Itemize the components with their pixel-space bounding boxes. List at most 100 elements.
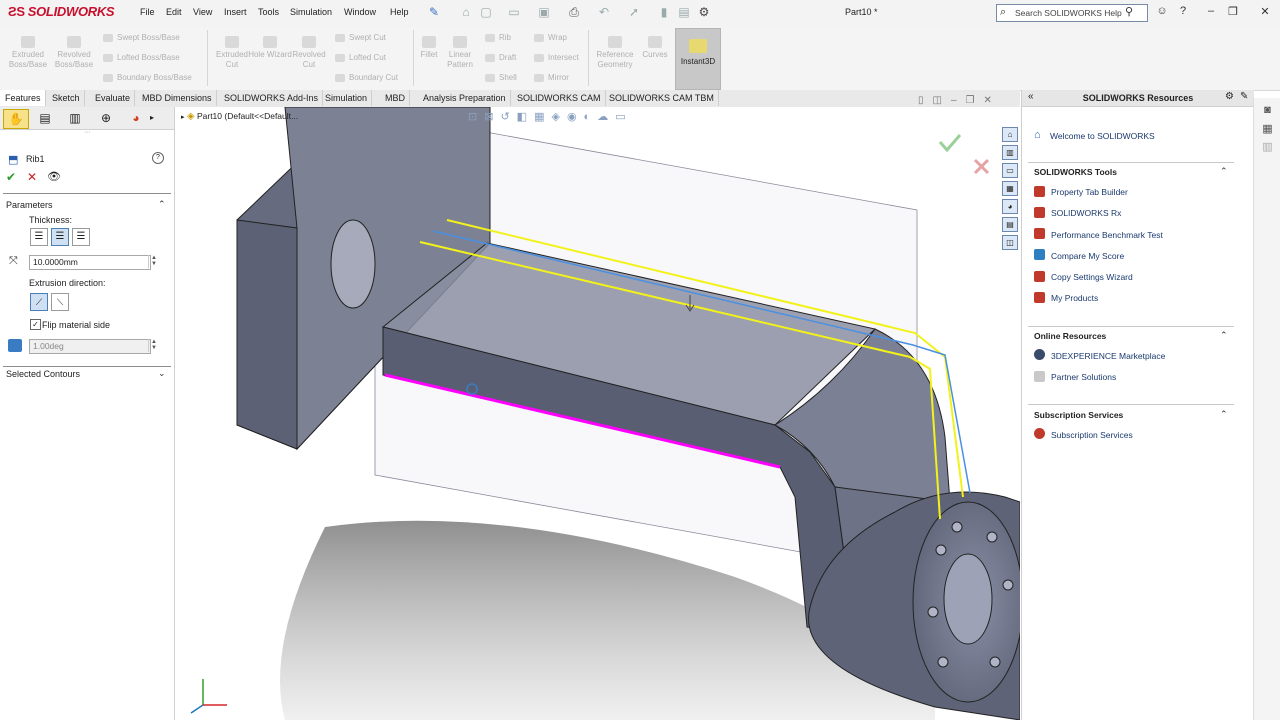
zoom-to-fit-icon[interactable]: ⊡ bbox=[468, 111, 484, 123]
viewport-split-icon[interactable]: ▯ bbox=[918, 95, 933, 106]
ok-icon[interactable]: ✔ bbox=[6, 170, 16, 184]
print-icon[interactable]: ⎙ bbox=[566, 5, 582, 19]
thickness-both-sides-button[interactable]: ☰ bbox=[51, 228, 69, 246]
save-icon[interactable]: ▣ bbox=[536, 5, 552, 19]
swept-boss-button[interactable]: Swept Boss/Base bbox=[103, 33, 180, 42]
view-settings-icon[interactable]: ▭ bbox=[615, 111, 632, 123]
viewport-minimize-icon[interactable]: – bbox=[951, 95, 966, 106]
subscription-link[interactable]: Subscription Services bbox=[1051, 430, 1133, 440]
viewport-tile-icon[interactable]: ◫ bbox=[933, 95, 951, 106]
viewport-close-icon[interactable]: ✕ bbox=[984, 95, 1001, 106]
boundary-cut-button[interactable]: Boundary Cut bbox=[335, 73, 398, 82]
feature-manager-tab-icon[interactable]: ✋ bbox=[3, 109, 29, 129]
menu-file[interactable]: File bbox=[140, 7, 155, 17]
tool-link[interactable]: Performance Benchmark Test bbox=[1051, 230, 1163, 240]
draft-button[interactable]: Draft bbox=[485, 53, 516, 62]
thickness-stepper[interactable]: ▲ ▼ bbox=[148, 255, 159, 268]
online-link[interactable]: Partner Solutions bbox=[1051, 372, 1116, 382]
menu-edit[interactable]: Edit bbox=[166, 7, 182, 17]
extruded-boss-button[interactable]: Extruded Boss/Base bbox=[6, 36, 50, 70]
hole-wizard-button[interactable]: Hole Wizard bbox=[248, 36, 292, 60]
user-icon[interactable]: ☺ bbox=[1155, 5, 1169, 17]
view-palette-icon[interactable]: ▦ bbox=[1261, 122, 1275, 135]
hide-show-icon[interactable]: ◉ bbox=[567, 111, 584, 123]
menu-view[interactable]: View bbox=[193, 7, 212, 17]
search-box[interactable]: ⌕ Search SOLIDWORKS Help ⚲ bbox=[996, 4, 1148, 22]
display-style-icon[interactable]: ◈ bbox=[551, 111, 566, 123]
pushpin-icon[interactable]: ✎ bbox=[426, 5, 442, 19]
tab-analysis-preparation[interactable]: Analysis Preparation bbox=[419, 90, 511, 106]
parameters-header[interactable]: Parameters bbox=[6, 200, 53, 210]
options-icon[interactable]: ⚙ bbox=[1225, 91, 1234, 102]
library-icon[interactable]: ▥ bbox=[1261, 140, 1275, 153]
home-tab-icon[interactable]: ⌂ bbox=[1002, 127, 1018, 142]
previous-view-icon[interactable]: ↺ bbox=[500, 111, 516, 123]
revolved-boss-button[interactable]: Revolved Boss/Base bbox=[52, 36, 96, 70]
chevron-up-icon[interactable]: ⌃ bbox=[1220, 330, 1228, 341]
expand-arrow-icon[interactable]: ▸ bbox=[181, 114, 185, 121]
menu-help[interactable]: Help bbox=[390, 7, 409, 17]
appearance-icon[interactable]: ◐ bbox=[584, 111, 598, 123]
menu-window[interactable]: Window bbox=[344, 7, 376, 17]
custom-properties-icon[interactable]: ▤ bbox=[1002, 217, 1018, 232]
view-orientation-icon[interactable]: ▦ bbox=[534, 111, 551, 123]
flip-material-checkbox[interactable]: ✓ bbox=[30, 319, 41, 330]
chevron-right-icon[interactable]: ▸ bbox=[150, 113, 154, 122]
appearances-icon[interactable]: ◕ bbox=[1002, 199, 1018, 214]
new-icon[interactable]: ▢ bbox=[478, 5, 494, 19]
heads-up-toolbar[interactable]: ⊡⊠↺◧▦◈◉◐☁▭ bbox=[468, 110, 633, 123]
wrap-button[interactable]: Wrap bbox=[534, 33, 567, 42]
boundary-boss-button[interactable]: Boundary Boss/Base bbox=[103, 73, 192, 82]
close-icon[interactable]: ✕ bbox=[1258, 5, 1272, 18]
tab-features[interactable]: Features bbox=[0, 90, 46, 106]
tab-solidworks-cam-tbm[interactable]: SOLIDWORKS CAM TBM bbox=[605, 90, 719, 106]
search-icon[interactable]: ⚲ bbox=[1125, 5, 1133, 18]
curves-button[interactable]: Curves bbox=[633, 36, 677, 60]
tool-link[interactable]: My Products bbox=[1051, 293, 1098, 303]
graphics-area[interactable]: ⊡⊠↺◧▦◈◉◐☁▭ ▸ ◈ Part10 (Default<<Default.… bbox=[175, 107, 1020, 720]
tab-mbd-dimensions[interactable]: MBD Dimensions bbox=[138, 90, 217, 106]
instant3d-button[interactable]: Instant3D bbox=[675, 28, 721, 90]
tab-solidworks-cam[interactable]: SOLIDWORKS CAM bbox=[513, 90, 606, 106]
scene-icon[interactable]: ☁ bbox=[597, 111, 615, 123]
dimxpert-tab-icon[interactable]: ⊕ bbox=[94, 109, 118, 127]
online-section-header[interactable]: Online Resources bbox=[1034, 331, 1106, 341]
chevron-down-icon[interactable]: ⌄ bbox=[158, 368, 166, 379]
revolved-cut-button[interactable]: Revolved Cut bbox=[287, 36, 331, 70]
draft-icon[interactable] bbox=[8, 339, 22, 352]
minimize-icon[interactable]: – bbox=[1204, 5, 1218, 17]
select-icon[interactable]: ➚ bbox=[626, 5, 642, 19]
restore-icon[interactable]: ❐ bbox=[1226, 5, 1240, 18]
menu-insert[interactable]: Insert bbox=[224, 7, 247, 17]
tool-link[interactable]: Compare My Score bbox=[1051, 251, 1124, 261]
thickness-first-side-button[interactable]: ☰ bbox=[30, 228, 48, 246]
help-icon[interactable]: ? bbox=[1176, 5, 1190, 17]
online-link[interactable]: 3DEXPERIENCE Marketplace bbox=[1051, 351, 1165, 361]
solidworks-logo[interactable]: ƧS SOLIDWORKS bbox=[8, 4, 115, 19]
rib-button[interactable]: Rib bbox=[485, 33, 511, 42]
thickness-second-side-button[interactable]: ☰ bbox=[72, 228, 90, 246]
subscription-section-header[interactable]: Subscription Services bbox=[1034, 410, 1123, 420]
tab-evaluate[interactable]: Evaluate bbox=[91, 90, 136, 106]
tab-mbd[interactable]: MBD bbox=[381, 90, 410, 106]
chevron-up-icon[interactable]: ⌃ bbox=[1220, 166, 1228, 177]
file-explorer-icon[interactable]: ▭ bbox=[1002, 163, 1018, 178]
design-library-icon[interactable]: ▥ bbox=[1002, 145, 1018, 160]
lofted-cut-button[interactable]: Lofted Cut bbox=[335, 53, 386, 62]
tool-link[interactable]: Property Tab Builder bbox=[1051, 187, 1128, 197]
viewport-restore-icon[interactable]: ❐ bbox=[966, 95, 984, 106]
tab-sketch[interactable]: Sketch bbox=[48, 90, 85, 106]
selected-contours-header[interactable]: Selected Contours bbox=[6, 369, 80, 379]
splitter-dots[interactable]: ⋯ bbox=[0, 129, 174, 137]
tab-simulation[interactable]: Simulation bbox=[321, 90, 373, 106]
confirm-ok-icon[interactable] bbox=[938, 134, 962, 153]
reference-geometry-button[interactable]: Reference Geometry bbox=[593, 36, 637, 70]
chevron-up-icon[interactable]: ⌃ bbox=[1220, 409, 1228, 420]
property-manager-tab-icon[interactable]: ▤ bbox=[33, 109, 57, 127]
display-manager-tab-icon[interactable]: ◕ bbox=[124, 109, 148, 127]
mirror-button[interactable]: Mirror bbox=[534, 73, 569, 82]
undo-icon[interactable]: ↶ bbox=[596, 5, 612, 19]
normal-to-sketch-button[interactable]: ⟍ bbox=[51, 293, 69, 311]
preview-icon[interactable]: 👁 bbox=[47, 170, 61, 183]
thickness-field[interactable]: 10.0000mm bbox=[29, 255, 151, 270]
